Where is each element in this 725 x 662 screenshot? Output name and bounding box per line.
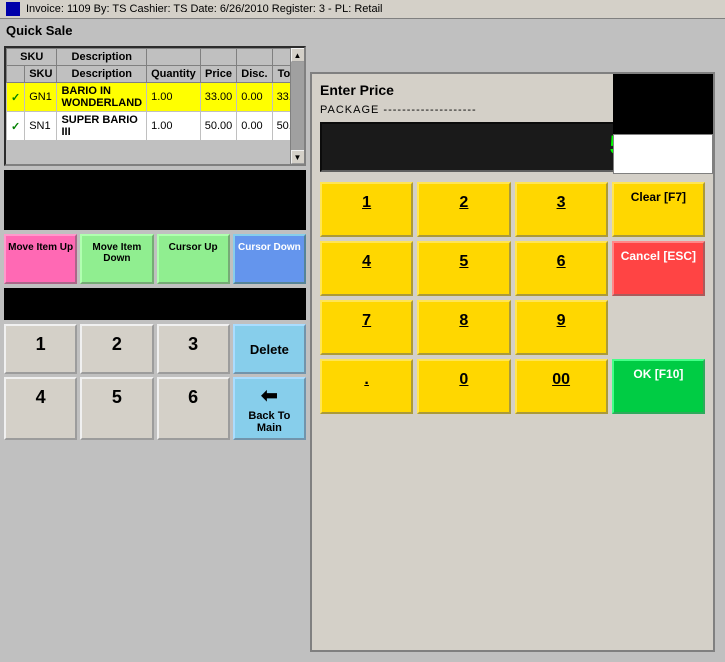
cursor-down-button[interactable]: Cursor Down — [233, 234, 306, 284]
numpad-6[interactable]: 6 — [157, 377, 230, 440]
keypad-7[interactable]: 7 — [320, 300, 413, 355]
scroll-bar[interactable]: ▲ ▼ — [290, 48, 304, 164]
row-qty: 1.00 — [147, 83, 201, 112]
table-row[interactable]: ✓ SN1 SUPER BARIO III 1.00 50.00 0.00 50… — [7, 112, 307, 141]
col-header-disc2: Disc. — [237, 66, 272, 83]
cursor-up-button[interactable]: Cursor Up — [157, 234, 230, 284]
row-check: ✓ — [7, 112, 25, 141]
col-header-desc: Description — [57, 49, 147, 66]
back-to-main-button[interactable]: ⬅ Back To Main — [233, 377, 306, 440]
black-bar — [4, 288, 306, 320]
numpad-5[interactable]: 5 — [80, 377, 153, 440]
row-disc: 0.00 — [237, 112, 272, 141]
row-sku: GN1 — [25, 83, 57, 112]
nav-buttons: Move Item Up Move Item Down Cursor Up Cu… — [4, 234, 306, 284]
col-header-disc — [237, 49, 272, 66]
move-item-up-button[interactable]: Move Item Up — [4, 234, 77, 284]
numpad-2[interactable]: 2 — [80, 324, 153, 374]
numpad-3[interactable]: 3 — [157, 324, 230, 374]
row-desc: SUPER BARIO III — [57, 112, 147, 141]
keypad-6[interactable]: 6 — [515, 241, 608, 296]
top-right-black-box — [613, 74, 713, 134]
col-header-sku2: SKU — [25, 66, 57, 83]
clear-button[interactable]: Clear [F7] — [612, 182, 705, 237]
move-item-down-button[interactable]: Move Item Down — [80, 234, 153, 284]
app-icon — [6, 2, 20, 16]
numpad-4[interactable]: 4 — [4, 377, 77, 440]
col-header-price2: Price — [200, 66, 237, 83]
keypad-00[interactable]: 00 — [515, 359, 608, 414]
keypad-dot[interactable]: . — [320, 359, 413, 414]
cancel-button[interactable]: Cancel [ESC] — [612, 241, 705, 296]
empty-cell — [612, 300, 705, 355]
invoice-table: SKU Description SKU Description Quantity… — [6, 48, 306, 141]
col-header-price — [200, 49, 237, 66]
scroll-down-button[interactable]: ▼ — [291, 150, 305, 164]
top-right-white-box — [613, 134, 713, 174]
ok-button[interactable]: OK [F10] — [612, 359, 705, 414]
delete-button[interactable]: Delete — [233, 324, 306, 374]
keypad-9[interactable]: 9 — [515, 300, 608, 355]
display-area — [4, 170, 306, 230]
row-sku: SN1 — [25, 112, 57, 141]
enter-price-dialog: Enter Price PACKAGE --------------------… — [310, 72, 715, 652]
row-qty: 1.00 — [147, 112, 201, 141]
col-header-description: Description — [57, 66, 147, 83]
keypad-0[interactable]: 0 — [417, 359, 510, 414]
row-price: 33.00 — [200, 83, 237, 112]
keypad-4[interactable]: 4 — [320, 241, 413, 296]
numpad-grid: 1 2 3 Delete 4 5 6 ⬅ Back To Main — [4, 324, 306, 440]
left-panel: SKU Description SKU Description Quantity… — [0, 42, 310, 662]
quick-sale-label: Quick Sale — [0, 19, 725, 42]
keypad-2[interactable]: 2 — [417, 182, 510, 237]
row-check: ✓ — [7, 83, 25, 112]
back-icon: ⬅ — [261, 383, 278, 408]
row-disc: 0.00 — [237, 83, 272, 112]
keypad-grid: 1 2 3 Clear [F7] 4 5 6 Cancel [ESC] 7 8 … — [320, 182, 705, 414]
title-bar-text: Invoice: 1109 By: TS Cashier: TS Date: 6… — [26, 3, 382, 15]
row-price: 50.00 — [200, 112, 237, 141]
scroll-up-button[interactable]: ▲ — [291, 48, 305, 62]
keypad-8[interactable]: 8 — [417, 300, 510, 355]
col-header-sku: SKU — [7, 49, 57, 66]
row-desc: BARIO IN WONDERLAND — [57, 83, 147, 112]
invoice-table-container: SKU Description SKU Description Quantity… — [4, 46, 306, 166]
numpad-1[interactable]: 1 — [4, 324, 77, 374]
back-to-main-label: Back To Main — [239, 410, 300, 434]
scroll-track — [291, 62, 304, 150]
table-row[interactable]: ✓ GN1 BARIO IN WONDERLAND 1.00 33.00 0.0… — [7, 83, 307, 112]
keypad-5[interactable]: 5 — [417, 241, 510, 296]
col-header-qty — [147, 49, 201, 66]
title-bar: Invoice: 1109 By: TS Cashier: TS Date: 6… — [0, 0, 725, 19]
keypad-3[interactable]: 3 — [515, 182, 608, 237]
col-header-quantity: Quantity — [147, 66, 201, 83]
keypad-1[interactable]: 1 — [320, 182, 413, 237]
col-header-empty — [7, 66, 25, 83]
